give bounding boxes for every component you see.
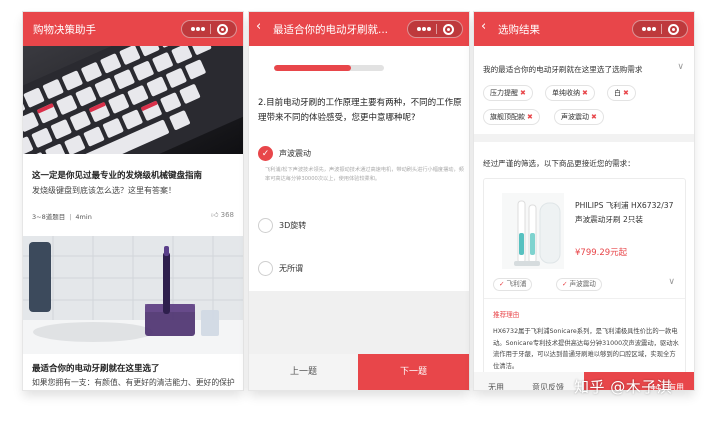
question-count: 3~8道题目: [32, 213, 66, 221]
chevron-left-icon[interactable]: ‹: [256, 20, 261, 33]
product-image[interactable]: [502, 193, 564, 269]
article-title-toothbrush[interactable]: 最适合你的电动牙刷就在这里选了: [32, 362, 160, 374]
section-divider: [474, 134, 694, 142]
requirement-tag[interactable]: 白 ✖: [607, 85, 636, 101]
useless-button[interactable]: 无用: [474, 372, 518, 390]
requirement-tag[interactable]: 压力提醒 ✖: [483, 85, 533, 101]
phone-panel-question: ‹ 最适合你的电动牙刷就... 2.目前电动牙刷的工作原理主要有两种，不同的工作…: [249, 12, 469, 390]
check-icon: ✓: [499, 280, 505, 288]
feedback-button[interactable]: 意见反馈: [518, 372, 578, 390]
check-icon: ✓: [562, 280, 568, 288]
like-counter[interactable]: 👍︎ 368: [211, 210, 234, 219]
radio-icon[interactable]: [258, 218, 273, 233]
top-bar: ‹ 选购结果: [474, 12, 694, 46]
article-desc-toothbrush: 如果您拥有一支：有颜值、有更好的清洁能力、更好的保护牙齿、方便快捷、迅速提高生活…: [32, 378, 235, 387]
toothbrush-product-illustration: [514, 200, 561, 266]
quiz-progress-bar: [274, 65, 384, 71]
like-count: 368: [220, 211, 234, 219]
close-miniprogram-icon[interactable]: [668, 24, 679, 35]
miniprogram-capsule[interactable]: [632, 20, 688, 38]
close-icon[interactable]: ✖: [527, 113, 533, 121]
phone-panel-home: 购物决策助手 这一定是你见过最专业的发烧级机械键盘指南 发烧级键盘到底该怎么选？…: [23, 12, 243, 390]
thumb-up-icon[interactable]: 👍︎: [211, 211, 218, 219]
option-label: 3D旋转: [279, 221, 307, 230]
recommend-reason-text: HX6732属于飞利浦Sonicare系列，是飞利浦极具性价比的一款电动。Son…: [493, 328, 679, 370]
chevron-down-icon[interactable]: ∨: [677, 62, 684, 72]
requirement-tag[interactable]: 旗舰顶配款 ✖: [483, 109, 540, 125]
blank-area: [249, 291, 469, 354]
close-icon[interactable]: ✖: [520, 89, 526, 97]
filter-summary: 经过严谨的筛选，以下商品更接近您的需求：: [483, 159, 635, 168]
more-icon[interactable]: [642, 27, 656, 31]
app-title: 购物决策助手: [33, 24, 96, 36]
check-icon[interactable]: ✓: [258, 146, 273, 161]
close-icon[interactable]: ✖: [582, 89, 588, 97]
recommend-reason-title: 推荐理由: [493, 311, 520, 319]
article-subtitle-keyboard: 发烧级键盘到底该怎么选？这里有答案！: [32, 186, 176, 195]
bathroom-illustration: [23, 236, 243, 354]
question-page-title: 最适合你的电动牙刷就...: [273, 24, 389, 36]
article-title-keyboard[interactable]: 这一定是你见过最专业的发烧级机械键盘指南: [32, 169, 202, 181]
requirement-tag[interactable]: 声波震动 ✖: [554, 109, 604, 125]
more-icon[interactable]: [417, 27, 431, 31]
keyboard-image[interactable]: [23, 46, 243, 154]
option-label: 声波震动: [279, 149, 311, 158]
read-time: 4min: [75, 213, 92, 221]
product-price: ¥799.29元起: [575, 248, 628, 258]
watermark: 知乎 @木子淇: [574, 378, 673, 396]
close-icon[interactable]: ✖: [591, 113, 597, 121]
quiz-progress-fill: [274, 65, 351, 71]
radio-icon[interactable]: [258, 261, 273, 276]
option-label: 无所谓: [279, 264, 303, 273]
phone-panel-result: ‹ 选购结果 我的最适合你的电动牙刷就在这里选了选购需求 ∨ 压力提醒 ✖ 单纯收…: [474, 12, 694, 390]
result-page-title: 选购结果: [498, 24, 540, 36]
toothbrush-image[interactable]: [23, 236, 243, 354]
question-text: 2.目前电动牙刷的工作原理主要有两种，不同的工作原理带来不同的体验感受，您更中意…: [258, 98, 462, 123]
top-bar: ‹ 最适合你的电动牙刷就...: [249, 12, 469, 46]
top-bar: 购物决策助手: [23, 12, 243, 46]
chevron-down-icon[interactable]: ∨: [668, 277, 675, 287]
chevron-left-icon[interactable]: ‹: [481, 20, 486, 33]
miniprogram-capsule[interactable]: [181, 20, 237, 38]
requirement-tag[interactable]: 单纯收纳 ✖: [545, 85, 595, 101]
product-feature-tag: ✓ 声波震动: [556, 278, 602, 291]
stage: 购物决策助手 这一定是你见过最专业的发烧级机械键盘指南 发烧级键盘到底该怎么选？…: [0, 0, 720, 421]
product-feature-tag: ✓ 飞利浦: [493, 278, 533, 291]
option-description: 飞利浦/松下声波技术领先，声波振动技术通过高速电机，带动刷头进行小幅度摆动，频率…: [265, 167, 464, 182]
miniprogram-capsule[interactable]: [407, 20, 463, 38]
next-question-button[interactable]: 下一题: [358, 354, 469, 390]
keyboard-illustration: [23, 46, 243, 154]
requirement-title: 我的最适合你的电动牙刷就在这里选了选购需求: [483, 65, 643, 74]
product-name[interactable]: PHILIPS 飞利浦 HX6732/37 声波震动牙刷 2只装: [575, 199, 683, 227]
article-meta: 3~8道题目 | 4min: [32, 213, 92, 221]
product-card[interactable]: PHILIPS 飞利浦 HX6732/37 声波震动牙刷 2只装 ¥799.29…: [483, 178, 686, 382]
prev-question-button[interactable]: 上一题: [249, 354, 358, 390]
more-icon[interactable]: [191, 27, 205, 31]
close-miniprogram-icon[interactable]: [217, 24, 228, 35]
close-miniprogram-icon[interactable]: [443, 24, 454, 35]
close-icon[interactable]: ✖: [623, 89, 629, 97]
